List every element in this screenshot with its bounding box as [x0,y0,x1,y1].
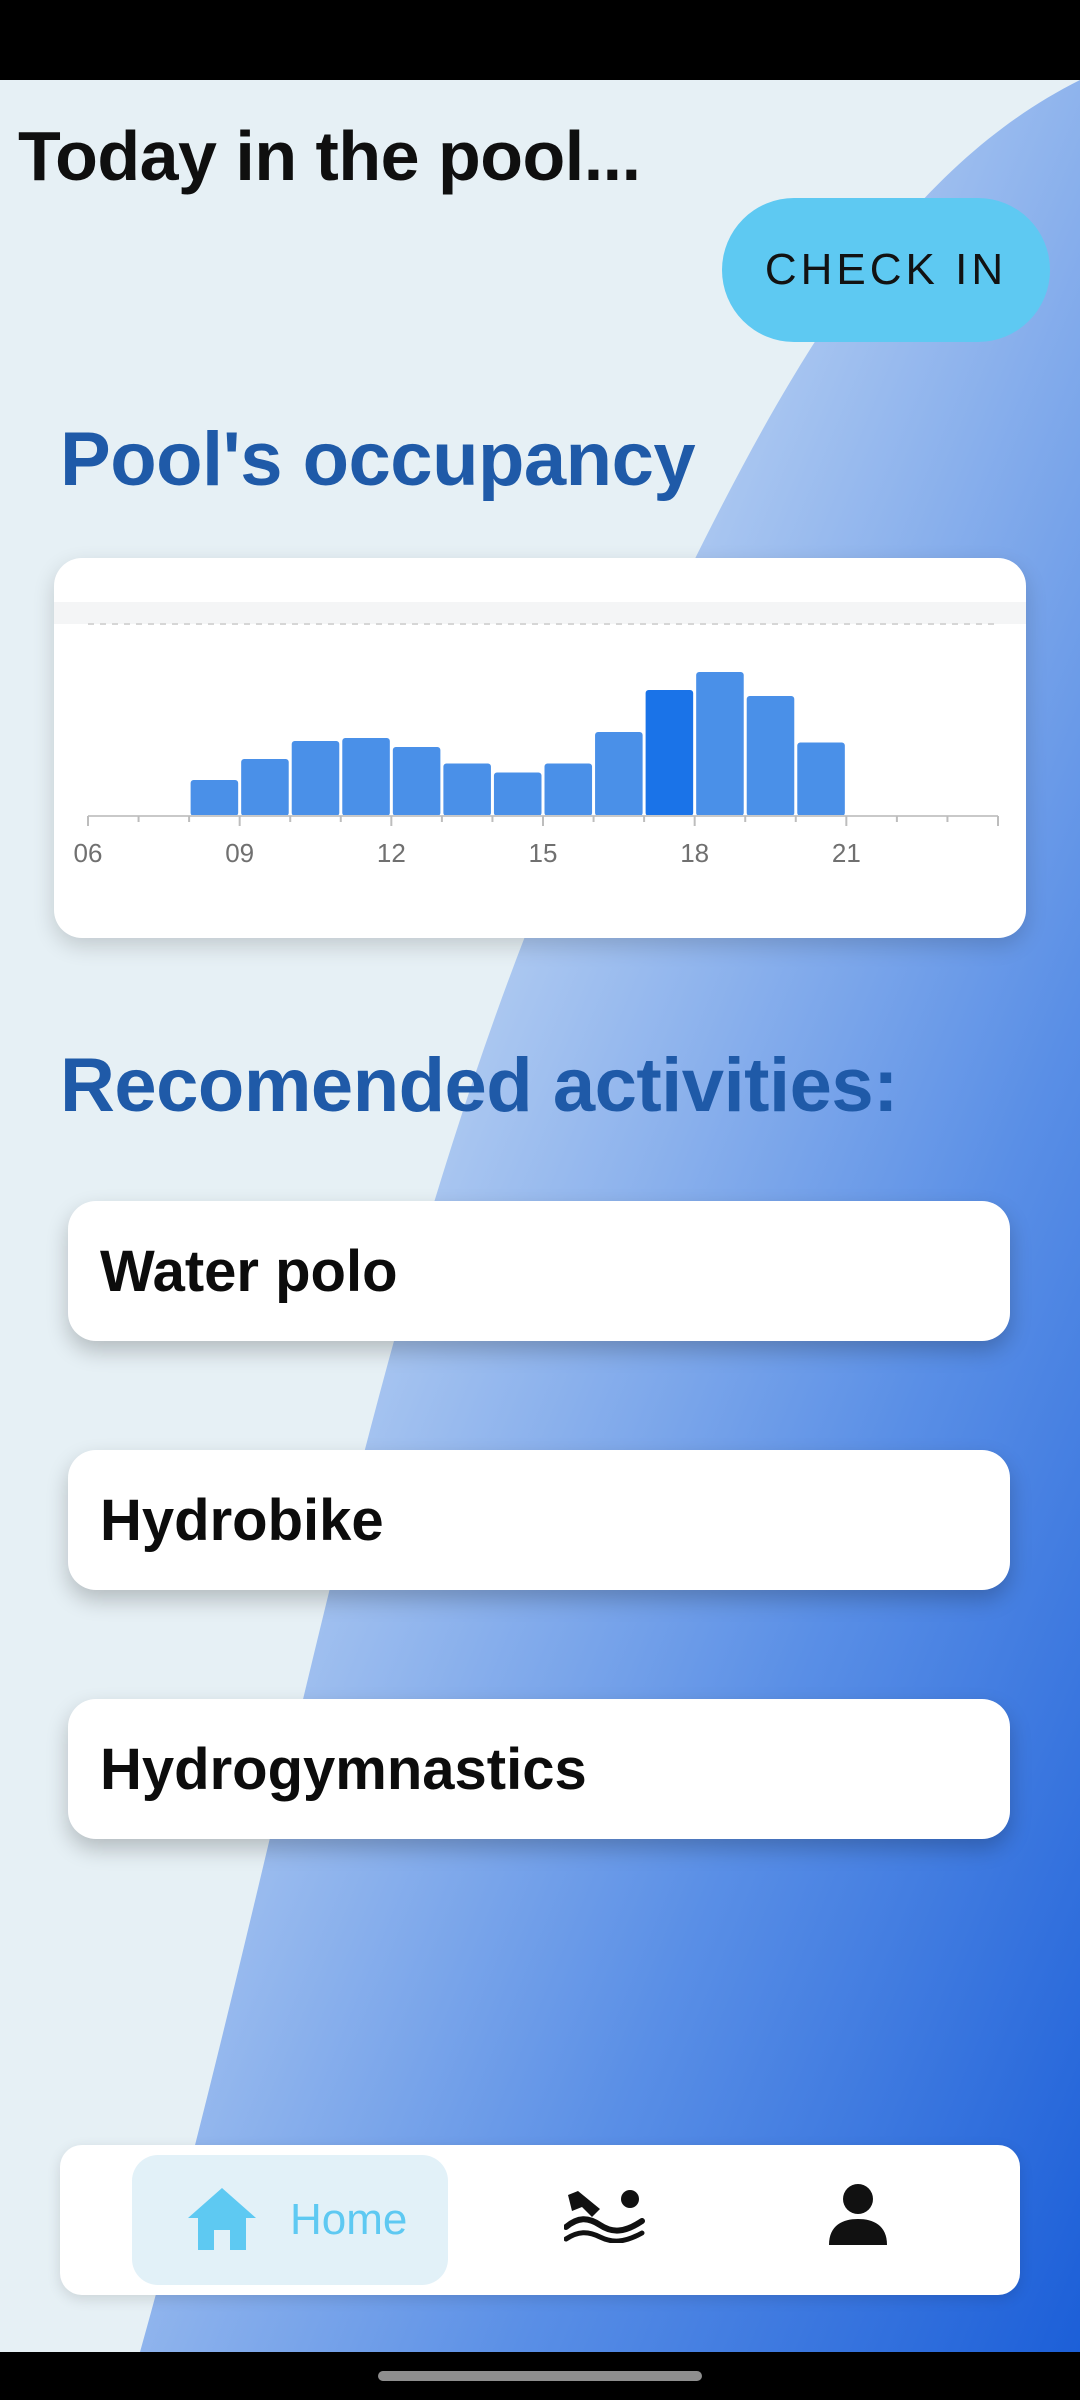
occupancy-bar-19[interactable] [746,696,795,816]
activity-card-water-polo[interactable]: Water polo [68,1201,1010,1341]
occupancy-bar-17[interactable] [645,690,694,816]
bottom-navigation: Home [60,2145,1020,2295]
nav-home-label: Home [290,2195,408,2244]
occupancy-bar-20[interactable] [797,742,845,817]
x-tick-label: 15 [529,838,558,868]
home-icon [188,2188,256,2250]
x-tick-label: 06 [74,838,103,868]
x-tick-label: 18 [680,838,709,868]
page-title: Today in the pool... [18,117,641,195]
occupancy-bar-11[interactable] [342,738,390,816]
check-in-button[interactable]: CHECK IN [722,198,1050,342]
swimmer-icon[interactable] [564,2187,648,2243]
x-tick-label: 09 [225,838,254,868]
gesture-handle[interactable] [378,2371,702,2381]
x-tick-label: 12 [377,838,406,868]
chart-top-band [54,602,1026,624]
occupancy-bar-14[interactable] [493,772,542,817]
nav-home-tab[interactable]: Home [132,2155,448,2285]
occupancy-section-title: Pool's occupancy [60,417,696,502]
activity-card-hydrogymnastics[interactable]: Hydrogymnastics [68,1699,1010,1839]
occupancy-bar-10[interactable] [291,741,340,816]
occupancy-chart: 06 09 12 15 18 21 [54,602,1026,868]
activity-card-hydrobike[interactable]: Hydrobike [68,1450,1010,1590]
occupancy-bar-12[interactable] [392,747,441,816]
x-tick-label: 21 [832,838,861,868]
occupancy-bar-9[interactable] [241,759,289,816]
occupancy-chart-card: 06 09 12 15 18 21 [54,558,1026,938]
app-screen: Today in the pool... CHECK IN Pool's occ… [0,80,1080,2352]
person-icon[interactable] [827,2183,889,2247]
occupancy-bar-13[interactable] [443,763,491,817]
occupancy-bar-16[interactable] [595,732,643,816]
status-bar [0,0,1080,80]
occupancy-bar-8[interactable] [190,780,239,816]
occupancy-bar-15[interactable] [544,763,593,817]
occupancy-bar-18[interactable] [696,672,744,816]
activities-section-title: Recomended activities: [60,1043,898,1128]
